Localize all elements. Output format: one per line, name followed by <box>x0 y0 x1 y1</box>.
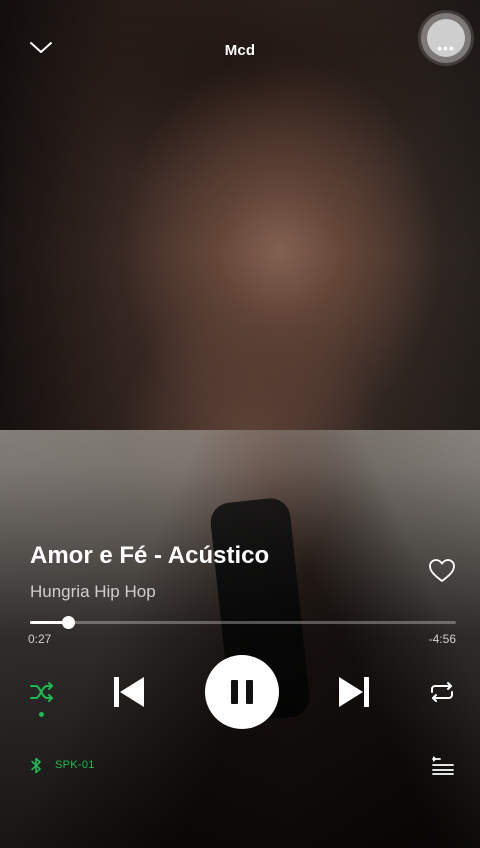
skip-next-icon[interactable] <box>337 674 371 710</box>
heart-icon[interactable] <box>428 558 456 584</box>
elapsed-time: 0:27 <box>28 632 52 646</box>
top-bar: Mcd <box>0 30 480 74</box>
now-playing-screen: Mcd ••• Amor e Fé - Acústico Hungria Hip… <box>0 0 480 848</box>
repeat-icon[interactable] <box>428 680 456 704</box>
song-title: Amor e Fé - Acústico <box>30 542 270 569</box>
pause-icon-bar-right <box>246 680 253 704</box>
queue-icon[interactable] <box>432 755 454 775</box>
progress-knob[interactable] <box>62 616 76 629</box>
remaining-time: -4:56 <box>428 632 456 646</box>
artist-name[interactable]: Hungria Hip Hop <box>30 582 156 602</box>
shuffle-active-indicator <box>39 712 44 717</box>
playlist-title: Mcd <box>224 42 256 59</box>
skip-previous-icon[interactable] <box>112 674 146 710</box>
bluetooth-icon <box>31 757 41 774</box>
shuffle-icon[interactable] <box>29 680 55 704</box>
more-options-button[interactable]: ••• <box>421 13 471 63</box>
progress-bar[interactable] <box>30 616 456 629</box>
pause-button[interactable] <box>205 655 279 729</box>
more-options-icon: ••• <box>437 40 455 56</box>
device-name: SPK-01 <box>55 759 95 771</box>
pause-icon <box>231 680 238 704</box>
